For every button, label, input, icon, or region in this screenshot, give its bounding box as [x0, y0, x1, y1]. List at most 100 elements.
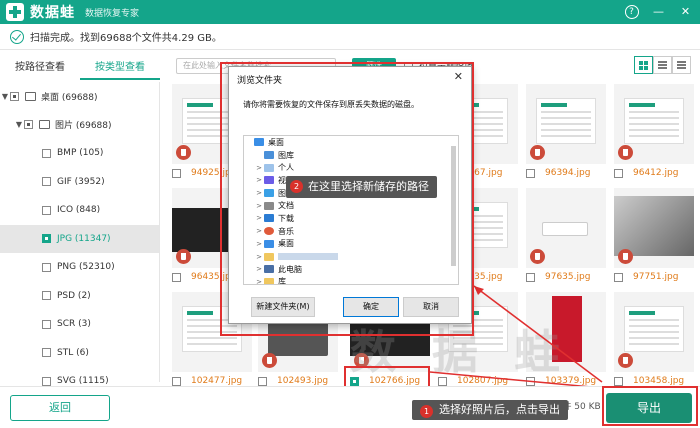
deleted-icon [618, 145, 633, 160]
deleted-icon [262, 353, 277, 368]
tree-item-gif[interactable]: GIF (3952) [0, 168, 159, 197]
list-icon [658, 61, 667, 69]
minimize-button[interactable]: — [650, 3, 667, 20]
file-name: 97635.jpg [545, 272, 591, 282]
tree-item-jpg[interactable]: JPG (11347) [0, 224, 159, 253]
file-tile[interactable]: 103458.jpg [614, 292, 694, 392]
tree-checkbox[interactable] [42, 348, 51, 358]
deleted-icon [176, 145, 191, 160]
file-tile[interactable]: 96412.jpg [614, 84, 694, 184]
close-button[interactable]: ✕ [677, 3, 694, 20]
file-checkbox[interactable] [614, 376, 623, 386]
tree-checkbox[interactable] [42, 291, 51, 301]
tab-by-type[interactable]: 按类型查看 [80, 58, 160, 80]
step-badge: 1 [420, 405, 433, 418]
tree-item-label: JPG (11347) [57, 233, 111, 244]
tree-item-pictures[interactable]: ▼ 图片 (69688) [0, 111, 159, 140]
deleted-icon [530, 145, 545, 160]
highlight-box [602, 386, 698, 426]
app-subtitle: 数据恢复专家 [85, 8, 140, 19]
file-checkbox[interactable] [438, 376, 447, 386]
tree-item-label: SVG (1115) [57, 376, 109, 387]
file-checkbox[interactable] [526, 272, 535, 282]
tree-item-bmp[interactable]: BMP (105) [0, 139, 159, 168]
thumbnail[interactable] [614, 188, 694, 268]
tree-item-label: STL (6) [57, 347, 89, 358]
file-checkbox[interactable] [172, 272, 181, 282]
scan-status-text: 扫描完成。找到69688个文件共4.29 GB。 [30, 33, 222, 44]
thumbnail[interactable] [526, 292, 606, 372]
grid-icon [639, 60, 648, 70]
thumbnail[interactable] [526, 84, 606, 164]
file-tile[interactable]: 96394.jpg [526, 84, 606, 184]
scan-status-bar: 扫描完成。找到69688个文件共4.29 GB。 [0, 24, 700, 50]
tree-item-label: ICO (848) [57, 205, 101, 216]
monitor-icon [25, 91, 36, 101]
tree-item-label: GIF (3952) [57, 176, 105, 187]
help-button[interactable]: ? [623, 3, 640, 20]
minimize-icon: — [653, 5, 664, 18]
chevron-down-icon[interactable]: ▼ [0, 92, 10, 101]
thumbnail[interactable] [614, 292, 694, 372]
tree-checkbox[interactable] [42, 205, 51, 215]
detail-view-button[interactable] [672, 56, 691, 74]
file-checkbox[interactable] [172, 376, 181, 386]
poster-thumbnail [552, 296, 582, 362]
tree-checkbox[interactable] [42, 376, 51, 386]
file-name: 103379.jpg [545, 376, 597, 386]
app-name: 数据蛙 [30, 5, 75, 21]
thumbnail[interactable] [614, 84, 694, 164]
image-icon [39, 120, 50, 130]
deleted-icon [530, 249, 545, 264]
tree-checkbox[interactable] [42, 262, 51, 272]
tree-item-psd[interactable]: PSD (2) [0, 282, 159, 311]
tree-checkbox[interactable] [10, 91, 19, 101]
file-checkbox[interactable] [526, 376, 535, 386]
tree-item-label: 桌面 (69688) [41, 92, 98, 103]
file-checkbox[interactable] [614, 272, 623, 282]
tree-item-label: 图片 (69688) [55, 121, 112, 132]
tree-item-label: PNG (52310) [57, 262, 115, 273]
highlight-box [344, 366, 430, 388]
view-mode-switch [634, 56, 691, 74]
file-checkbox[interactable] [258, 376, 267, 386]
file-name: 96394.jpg [545, 168, 591, 178]
tree-checkbox[interactable] [42, 234, 51, 244]
logo-icon [6, 3, 24, 21]
tab-by-path[interactable]: 按路径查看 [0, 58, 80, 80]
file-name: 96412.jpg [633, 168, 679, 178]
details-icon [677, 61, 686, 69]
list-view-button[interactable] [653, 56, 672, 74]
step1-text: 选择好照片后，点击导出 [439, 403, 560, 416]
file-checkbox[interactable] [614, 168, 623, 178]
tree-item-scr[interactable]: SCR (3) [0, 310, 159, 339]
chevron-down-icon[interactable]: ▼ [14, 120, 24, 129]
check-circle-icon [10, 29, 24, 44]
tree-item-label: SCR (3) [57, 319, 91, 330]
file-tile[interactable]: 103379.jpg [526, 292, 606, 392]
tree-checkbox[interactable] [24, 120, 33, 130]
title-bar: 数据蛙 数据恢复专家 ? — ✕ [0, 0, 700, 24]
tree-checkbox[interactable] [42, 148, 51, 158]
file-name: 102807.jpg [457, 376, 509, 386]
tree-item-png[interactable]: PNG (52310) [0, 253, 159, 282]
help-icon: ? [624, 5, 639, 19]
back-button[interactable]: 返回 [10, 395, 110, 421]
tree-checkbox[interactable] [42, 177, 51, 187]
file-checkbox[interactable] [526, 168, 535, 178]
file-tile[interactable]: 97635.jpg [526, 188, 606, 288]
file-tile[interactable]: 97751.jpg [614, 188, 694, 288]
close-icon: ✕ [680, 5, 691, 18]
file-name: 102493.jpg [277, 376, 329, 386]
tree-item-ico[interactable]: ICO (848) [0, 196, 159, 225]
tree-checkbox[interactable] [42, 319, 51, 329]
thumbnail[interactable] [526, 188, 606, 268]
photo-thumbnail [614, 196, 694, 256]
grid-view-button[interactable] [634, 56, 653, 74]
deleted-icon [176, 249, 191, 264]
file-checkbox[interactable] [172, 168, 181, 178]
tree-item-desktop[interactable]: ▼ 桌面 (69688) [0, 82, 159, 111]
file-name: 97751.jpg [633, 272, 679, 282]
document-thumbnail [624, 306, 684, 352]
tree-item-stl[interactable]: STL (6) [0, 339, 159, 368]
